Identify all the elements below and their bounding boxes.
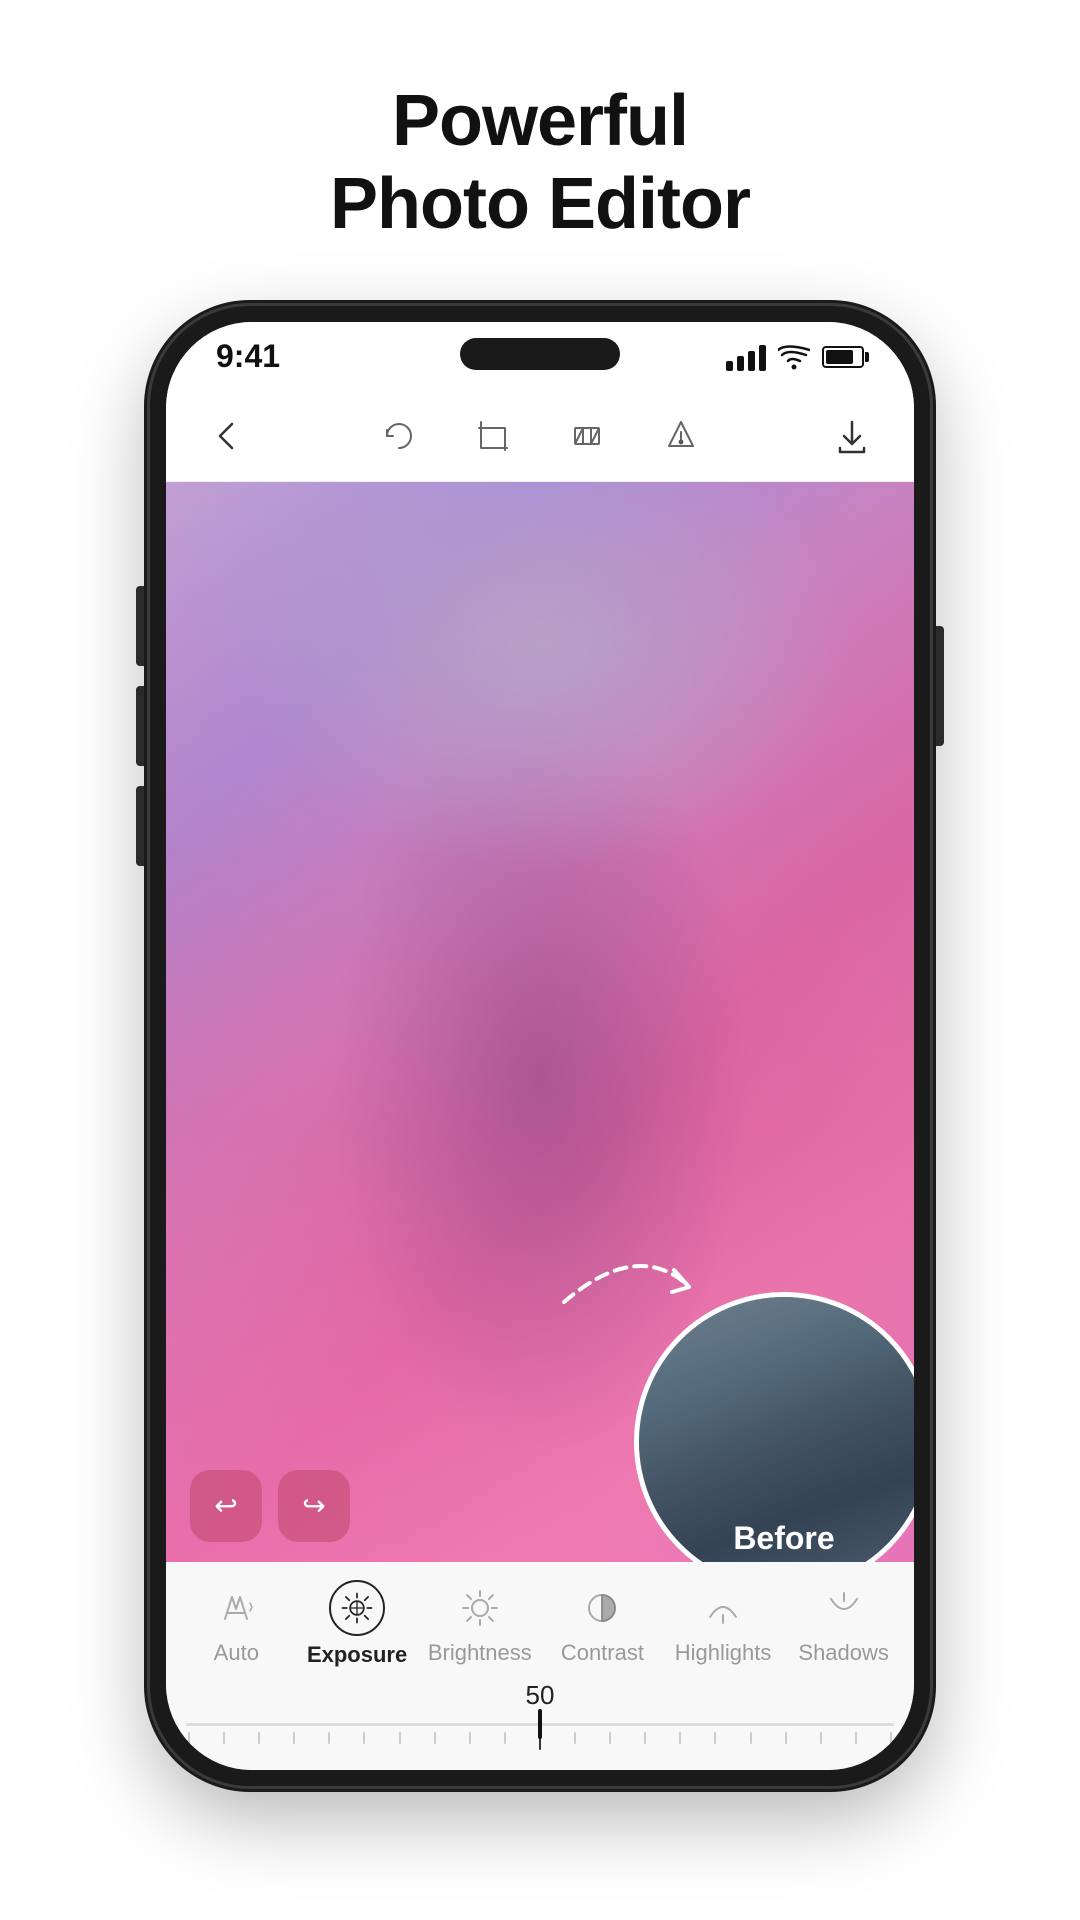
tool-brightness-label: Brightness	[428, 1640, 532, 1666]
status-icons	[726, 343, 864, 371]
rotate-button[interactable]	[377, 414, 421, 458]
bottom-panel: Auto	[166, 1562, 914, 1770]
crop-button[interactable]	[471, 414, 515, 458]
photo-area: ↩ ↪ Before	[166, 482, 914, 1562]
tool-shadows[interactable]: Shadows	[794, 1582, 894, 1666]
tool-auto-label: Auto	[214, 1640, 259, 1666]
tool-highlights-label: Highlights	[675, 1640, 772, 1666]
highlights-icon	[697, 1582, 749, 1634]
before-label: Before	[733, 1520, 834, 1557]
dynamic-island	[460, 338, 620, 370]
tool-contrast-label: Contrast	[561, 1640, 644, 1666]
status-time: 9:41	[216, 338, 280, 375]
download-button[interactable]	[830, 414, 874, 458]
edit-tools-row: Auto	[166, 1562, 914, 1676]
tool-shadows-label: Shadows	[798, 1640, 889, 1666]
undo-button[interactable]: ↩	[190, 1470, 262, 1542]
auto-icon	[210, 1582, 262, 1634]
brightness-icon	[454, 1582, 506, 1634]
toolbar	[166, 392, 914, 482]
battery-icon	[822, 346, 864, 368]
tool-contrast[interactable]: Contrast	[552, 1582, 652, 1666]
tool-exposure-label: Exposure	[307, 1642, 407, 1668]
adjust-button[interactable]	[659, 414, 703, 458]
slider-thumb[interactable]	[538, 1709, 542, 1739]
back-button[interactable]	[206, 414, 250, 458]
shadows-icon	[818, 1582, 870, 1634]
phone-mockup: 9:41	[150, 306, 930, 1806]
wifi-icon	[778, 344, 810, 370]
before-comparison[interactable]: Before	[634, 1292, 914, 1562]
tool-brightness[interactable]: Brightness	[428, 1582, 532, 1666]
slider-track[interactable]	[186, 1723, 894, 1726]
tool-exposure[interactable]: Exposure	[307, 1580, 407, 1668]
transform-button[interactable]	[565, 414, 609, 458]
action-buttons: ↩ ↪	[190, 1470, 350, 1542]
tool-highlights[interactable]: Highlights	[673, 1582, 773, 1666]
exposure-icon	[329, 1580, 385, 1636]
contrast-icon	[576, 1582, 628, 1634]
signal-icon	[726, 343, 766, 371]
tool-auto[interactable]: Auto	[186, 1582, 286, 1666]
redo-button[interactable]: ↪	[278, 1470, 350, 1542]
slider-container[interactable]	[166, 1715, 914, 1760]
page-title: Powerful Photo Editor	[330, 80, 750, 246]
